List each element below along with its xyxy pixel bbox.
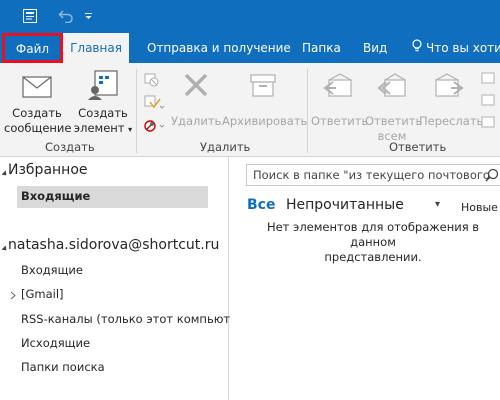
new-items-label-2: элемент ▾ bbox=[73, 121, 133, 135]
tab-home[interactable]: Главная bbox=[63, 33, 129, 63]
chevron-down-icon[interactable] bbox=[82, 5, 94, 27]
new-items-label-1: Создать bbox=[78, 106, 128, 120]
dropdown-arrow-icon: ▾ bbox=[128, 125, 133, 134]
folder-gmail[interactable]: [Gmail] bbox=[21, 287, 64, 301]
folder-outbox[interactable]: Исходящие bbox=[21, 336, 90, 350]
empty-message-line-1: Нет элементов для отображения в данном bbox=[266, 220, 480, 249]
title-bar bbox=[0, 0, 500, 33]
expand-gmail-icon[interactable] bbox=[10, 289, 16, 300]
send-receive-icon[interactable] bbox=[20, 5, 40, 27]
folder-rss[interactable]: RSS-каналы (только этот компьют... bbox=[21, 312, 241, 326]
archive-button[interactable]: Архивировать bbox=[222, 68, 308, 129]
clean-up-icon[interactable] bbox=[142, 93, 166, 111]
filter-unread[interactable]: Непрочитанные bbox=[286, 197, 404, 213]
tab-file[interactable]: Файл bbox=[2, 33, 63, 63]
forward-button[interactable]: Переслать bbox=[419, 68, 484, 129]
new-email-label-1: Создать bbox=[12, 106, 62, 120]
forward-label: Переслать bbox=[419, 114, 484, 128]
tell-me-box[interactable]: Что вы хотите bbox=[412, 33, 500, 63]
folder-search-folders[interactable]: Папки поиска bbox=[21, 360, 105, 374]
group-label-respond: Ответить bbox=[389, 140, 447, 154]
folder-inbox[interactable]: Входящие bbox=[21, 263, 83, 277]
empty-message-line-2: представлении. bbox=[324, 250, 422, 264]
empty-message: Нет элементов для отображения в данном п… bbox=[246, 220, 500, 265]
folder-pane: Избранное Входящие natasha.sidorova@shor… bbox=[0, 157, 241, 400]
archive-icon bbox=[222, 68, 304, 106]
new-email-icon bbox=[4, 68, 70, 106]
group-label-delete: Удалить bbox=[200, 140, 251, 154]
search-placeholder: Поиск в папке "из текущего почтового bbox=[253, 168, 490, 182]
new-email-label-2: сообщение bbox=[4, 121, 72, 135]
group-label-new: Создать bbox=[45, 140, 95, 154]
tab-view[interactable]: Вид bbox=[363, 33, 387, 63]
ignore-icon[interactable] bbox=[142, 70, 160, 88]
ribbon: Создать сообщение Создать элемент ▾ Созд… bbox=[0, 63, 500, 157]
favorites-header[interactable]: Избранное bbox=[8, 162, 88, 178]
new-email-button[interactable]: Создать сообщение bbox=[4, 68, 72, 136]
account-header[interactable]: natasha.sidorova@shortcut.ru bbox=[8, 237, 219, 253]
junk-icon[interactable] bbox=[142, 117, 166, 135]
reply-all-button[interactable]: Ответить всем bbox=[365, 68, 423, 144]
message-list: Поиск в папке "из текущего почтового Все… bbox=[230, 157, 500, 400]
reply-all-label-1: Ответить bbox=[365, 114, 423, 128]
filter-all[interactable]: Все bbox=[247, 197, 275, 213]
reply-all-icon bbox=[365, 68, 419, 106]
respond-more-icon[interactable] bbox=[480, 71, 498, 131]
reply-button[interactable]: Ответить bbox=[311, 68, 369, 129]
new-items-icon bbox=[73, 68, 133, 106]
reply-icon bbox=[311, 68, 365, 106]
group-divider bbox=[307, 69, 308, 153]
reply-label: Ответить bbox=[311, 114, 369, 128]
favorites-inbox-label: Входящие bbox=[21, 189, 91, 203]
archive-label: Архивировать bbox=[222, 114, 308, 128]
delete-label: Удалить bbox=[171, 114, 222, 128]
group-divider bbox=[136, 69, 137, 153]
lightbulb-icon bbox=[412, 34, 422, 64]
sort-newest[interactable]: Новые bbox=[461, 201, 498, 214]
tab-send-receive[interactable]: Отправка и получение bbox=[147, 33, 291, 63]
favorites-inbox[interactable]: Входящие bbox=[17, 186, 208, 208]
forward-icon bbox=[419, 68, 479, 106]
tab-folder[interactable]: Папка bbox=[302, 33, 341, 63]
delete-icon bbox=[171, 68, 221, 106]
undo-icon[interactable] bbox=[56, 5, 76, 27]
tell-me-label: Что вы хотите bbox=[426, 41, 500, 55]
search-input[interactable]: Поиск в папке "из текущего почтового bbox=[246, 164, 500, 186]
search-icon[interactable] bbox=[485, 168, 499, 185]
filter-dropdown-icon[interactable]: ▾ bbox=[435, 199, 440, 210]
new-items-button[interactable]: Создать элемент ▾ bbox=[73, 68, 133, 137]
delete-button[interactable]: Удалить bbox=[171, 68, 221, 129]
ribbon-tabs: Файл Главная Отправка и получение Папка … bbox=[0, 33, 500, 63]
